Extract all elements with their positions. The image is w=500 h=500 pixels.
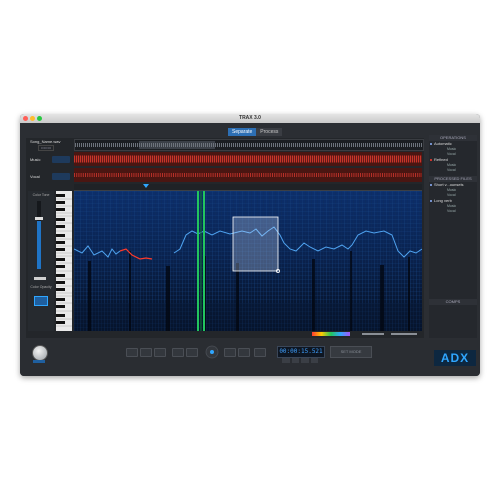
- window-title: TRAX 3.0: [239, 115, 261, 121]
- file-time: 0:00:00: [38, 145, 55, 151]
- right-sidebar: OPERATIONS Automatic Music Vocal Refined…: [429, 135, 477, 338]
- processed-item-long[interactable]: Long verb: [429, 198, 477, 204]
- transport-bar: 00:00:15.521 SET MODE ADX: [20, 340, 480, 376]
- operation-automatic[interactable]: Automatic: [429, 141, 477, 147]
- track-label-music: Music: [30, 157, 41, 162]
- nudge-pad[interactable]: [204, 344, 220, 360]
- mode-tabs: Separate Process: [228, 128, 283, 136]
- tool-pen-icon[interactable]: [186, 348, 198, 357]
- track-lane-vocal[interactable]: [74, 168, 422, 182]
- piano-keyboard[interactable]: [56, 191, 72, 331]
- play-icon[interactable]: [291, 358, 299, 363]
- time-ruler[interactable]: [73, 184, 422, 197]
- display-settings-panel: Color Tone Color Opacity: [28, 191, 54, 331]
- tool-grid-icon[interactable]: [254, 348, 266, 357]
- adx-logo: ADX: [434, 350, 476, 366]
- stop-icon[interactable]: [301, 358, 309, 363]
- tool-eraser-icon[interactable]: [224, 348, 236, 357]
- tool-rect-icon[interactable]: [154, 348, 166, 357]
- comps-footer: COMPS: [429, 299, 477, 305]
- color-opacity-label: Color Opacity: [30, 285, 52, 289]
- playhead-marker-icon[interactable]: [143, 184, 149, 188]
- track-music-control[interactable]: [52, 156, 70, 163]
- playback-controls: [282, 358, 318, 363]
- view-toggle-button[interactable]: [34, 296, 48, 306]
- editor-area: Song_Name.wav 0:00:00 Music Vocal Color …: [26, 138, 424, 338]
- zoom-slider-vertical[interactable]: [391, 333, 417, 335]
- tab-separate[interactable]: Separate: [228, 128, 257, 136]
- tool-select-icon[interactable]: [126, 348, 138, 357]
- forward-icon[interactable]: [310, 358, 318, 363]
- set-mode-button[interactable]: SET MODE: [330, 346, 372, 358]
- color-tone-slider[interactable]: [35, 201, 43, 269]
- long-vocal[interactable]: Vocal: [429, 209, 477, 214]
- overview-waveform[interactable]: [74, 139, 424, 151]
- processed-item-short[interactable]: Short v...ounsels: [429, 182, 477, 188]
- tab-process[interactable]: Process: [256, 128, 283, 136]
- tool-brush-icon[interactable]: [140, 348, 152, 357]
- operation-refined[interactable]: Refined: [429, 157, 477, 163]
- color-scale[interactable]: [312, 332, 350, 336]
- track-label-vocal: Vocal: [30, 174, 40, 179]
- master-knob[interactable]: [32, 345, 48, 361]
- tool-zoom-icon[interactable]: [238, 348, 250, 357]
- tool-lasso-icon[interactable]: [172, 348, 184, 357]
- title-bar: TRAX 3.0: [20, 114, 480, 123]
- rewind-icon[interactable]: [282, 358, 290, 363]
- refined-vocal[interactable]: Vocal: [429, 168, 477, 173]
- track-lane-music[interactable]: [74, 152, 422, 166]
- zoom-slider-horizontal[interactable]: [362, 333, 384, 335]
- color-tone-label: Color Tone: [32, 193, 50, 197]
- timecode-display: 00:00:15.521: [277, 346, 325, 358]
- track-vocal-control[interactable]: [52, 173, 70, 180]
- file-name: Song_Name.wav: [30, 139, 61, 144]
- app-window: TRAX 3.0 Separate Process Song_Name.wav …: [20, 114, 480, 376]
- spectrogram[interactable]: [74, 191, 422, 331]
- knob-value-indicator: [33, 360, 45, 363]
- opacity-slider[interactable]: [34, 277, 46, 280]
